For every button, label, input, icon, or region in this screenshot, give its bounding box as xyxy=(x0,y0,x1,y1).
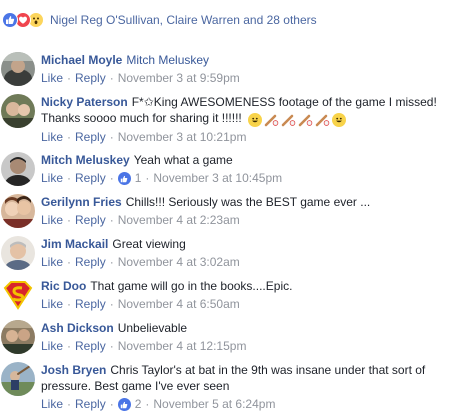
baseball-bat-icon xyxy=(298,113,313,127)
comment-text: Yeah what a game xyxy=(133,153,233,167)
grinning-face-icon xyxy=(332,113,347,127)
comment-text: That game will go in the books....Epic. xyxy=(90,279,293,293)
like-count[interactable]: 1 xyxy=(117,171,142,186)
reply-button[interactable]: Reply xyxy=(75,397,106,412)
comment-timestamp[interactable]: November 3 at 10:21pm xyxy=(118,130,247,145)
reply-button[interactable]: Reply xyxy=(75,297,106,312)
comment-author[interactable]: Jim Mackail xyxy=(41,237,108,251)
avatar[interactable] xyxy=(1,152,35,186)
like-button[interactable]: Like xyxy=(41,130,63,145)
baseball-bat-icon xyxy=(264,113,279,127)
comment-timestamp[interactable]: November 4 at 3:02am xyxy=(118,255,240,270)
emoji-run xyxy=(247,113,347,127)
reactions-summary[interactable]: Nigel Reg O'Sullivan, Claire Warren and … xyxy=(2,10,317,30)
avatar[interactable] xyxy=(1,194,35,228)
reply-button[interactable]: Reply xyxy=(75,339,106,354)
comment-text: Unbelievable xyxy=(117,321,188,335)
comment-timestamp[interactable]: November 3 at 10:45pm xyxy=(153,171,282,186)
like-button[interactable]: Like xyxy=(41,297,63,312)
like-icon xyxy=(2,12,18,28)
reply-button[interactable]: Reply xyxy=(75,71,106,86)
like-button[interactable]: Like xyxy=(41,339,63,354)
comment-timestamp[interactable]: November 5 at 6:24pm xyxy=(153,397,275,412)
reply-button[interactable]: Reply xyxy=(75,130,106,145)
like-count-value: 1 xyxy=(134,171,142,185)
avatar[interactable] xyxy=(1,362,35,396)
comment-author[interactable]: Josh Bryen xyxy=(41,363,106,377)
like-button[interactable]: Like xyxy=(41,171,63,186)
reactors-names[interactable]: Nigel Reg O'Sullivan, Claire Warren and … xyxy=(50,12,317,28)
avatar[interactable] xyxy=(1,236,35,270)
grinning-face-icon xyxy=(248,113,263,127)
comment-author[interactable]: Mitch Meluskey xyxy=(41,153,130,167)
tagged-user[interactable]: Mitch Meluskey xyxy=(126,53,209,67)
like-count-value: 2 xyxy=(134,397,142,411)
like-button[interactable]: Like xyxy=(41,213,63,228)
like-button[interactable]: Like xyxy=(41,71,63,86)
avatar[interactable] xyxy=(1,320,35,354)
comment-author[interactable]: Gerilynn Fries xyxy=(41,195,122,209)
avatar[interactable] xyxy=(1,94,35,128)
baseball-bat-icon xyxy=(315,113,330,127)
baseball-bat-icon xyxy=(281,113,296,127)
like-button[interactable]: Like xyxy=(41,397,63,412)
comment-text: Great viewing xyxy=(112,237,186,251)
reply-button[interactable]: Reply xyxy=(75,213,106,228)
like-icon xyxy=(117,398,131,411)
comment-timestamp[interactable]: November 3 at 9:59pm xyxy=(118,71,240,86)
like-button[interactable]: Like xyxy=(41,255,63,270)
avatar[interactable] xyxy=(1,52,35,86)
like-count[interactable]: 2 xyxy=(117,397,142,412)
comment-timestamp[interactable]: November 4 at 12:15pm xyxy=(118,339,247,354)
like-icon xyxy=(117,172,131,185)
comment-author[interactable]: Nicky Paterson xyxy=(41,95,128,109)
comment-text: Chills!!! Seriously was the BEST game ev… xyxy=(125,195,371,209)
comment-author[interactable]: Ric Doo xyxy=(41,279,86,293)
comment-timestamp[interactable]: November 4 at 2:23am xyxy=(118,213,240,228)
comment-author[interactable]: Michael Moyle xyxy=(41,53,122,67)
reply-button[interactable]: Reply xyxy=(75,255,106,270)
reply-button[interactable]: Reply xyxy=(75,171,106,186)
avatar[interactable] xyxy=(1,278,35,312)
comment-timestamp[interactable]: November 4 at 6:50am xyxy=(118,297,240,312)
comment-author[interactable]: Ash Dickson xyxy=(41,321,114,335)
